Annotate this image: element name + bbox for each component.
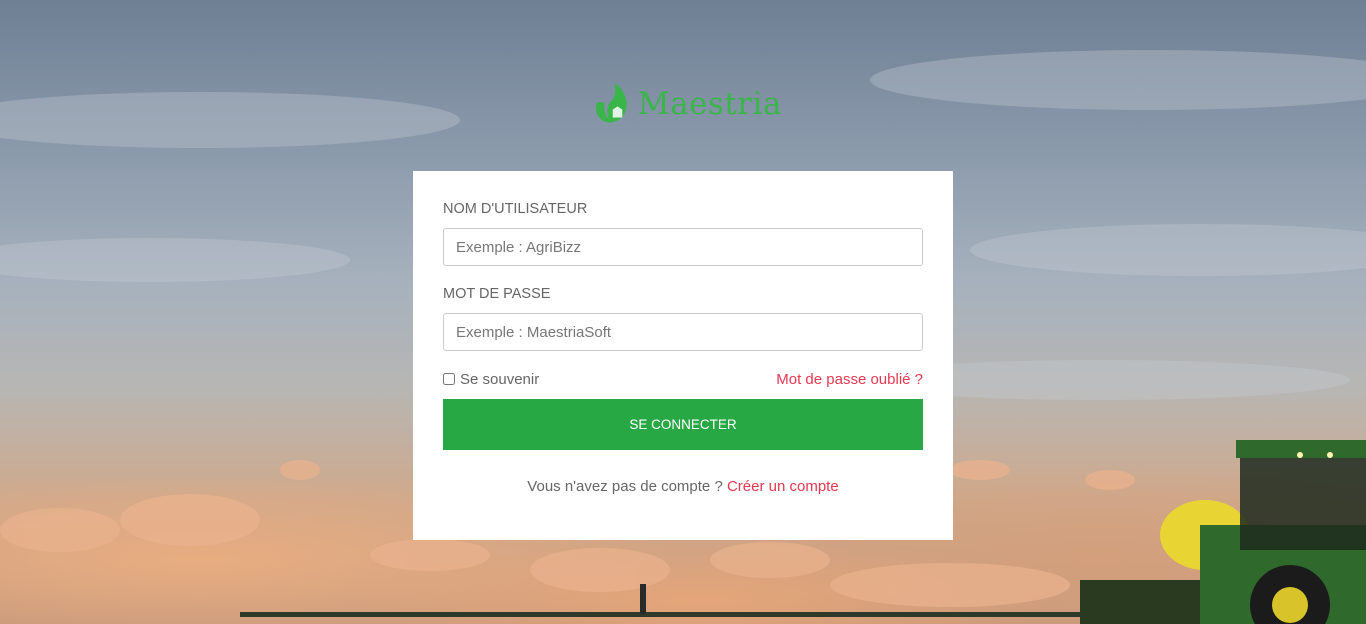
login-button[interactable]: SE CONNECTER <box>443 399 923 450</box>
remember-label: Se souvenir <box>460 370 540 388</box>
brand-logo: Maestria <box>592 76 782 132</box>
username-label: NOM D'UTILISATEUR <box>443 201 588 217</box>
remember-checkbox[interactable] <box>443 373 455 385</box>
leaf-logo-icon <box>596 84 627 123</box>
signup-prompt: Vous n'avez pas de compte ? Créer un com… <box>443 478 923 495</box>
username-input[interactable] <box>443 228 923 266</box>
forgot-password-link[interactable]: Mot de passe oublié ? <box>776 371 923 388</box>
login-card: NOM D'UTILISATEUR MOT DE PASSE Se souven… <box>413 171 953 540</box>
create-account-link[interactable]: Créer un compte <box>727 478 839 495</box>
login-options-row: Se souvenir Mot de passe oublié ? <box>443 369 923 389</box>
remember-me[interactable]: Se souvenir <box>443 371 539 388</box>
brand-name: Maestria <box>637 86 782 122</box>
no-account-text: Vous n'avez pas de compte ? <box>527 478 723 495</box>
password-input[interactable] <box>443 313 923 351</box>
password-label: MOT DE PASSE <box>443 286 551 302</box>
